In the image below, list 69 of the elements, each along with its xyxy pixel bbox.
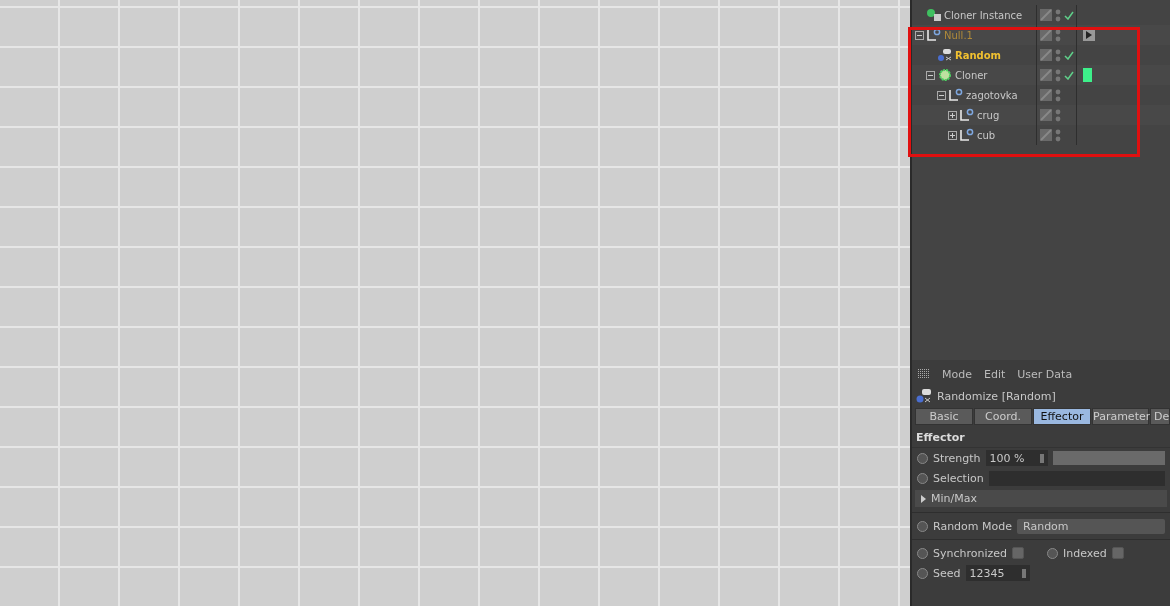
null-object-icon	[959, 108, 975, 122]
grip-icon	[918, 369, 930, 379]
object-name[interactable]: Cloner	[955, 69, 988, 81]
menu-item[interactable]: Edit	[984, 367, 1006, 381]
enabled-check-icon[interactable]	[1064, 10, 1074, 20]
animation-radio-icon[interactable]	[917, 452, 928, 464]
null-object-icon	[926, 28, 942, 42]
layer-toggle-icon[interactable]	[1040, 89, 1052, 101]
menu-item[interactable]: Mode	[942, 367, 972, 381]
field-label: Indexed	[1063, 546, 1107, 560]
object-name[interactable]: zagotovka	[966, 89, 1018, 101]
null-object-icon	[948, 88, 964, 102]
visibility-dots-icon[interactable]	[1055, 8, 1061, 22]
checkbox[interactable]	[1111, 547, 1124, 559]
dropdown[interactable]: Random	[1017, 518, 1165, 534]
tab[interactable]: Effector	[1033, 408, 1091, 425]
layer-toggle-icon[interactable]	[1040, 129, 1052, 141]
visibility-dots-icon[interactable]	[1055, 128, 1061, 142]
enabled-check-icon[interactable]	[1064, 70, 1074, 80]
animation-radio-icon[interactable]	[917, 567, 928, 579]
field-label: Selection	[933, 471, 984, 485]
tab[interactable]: De	[1150, 408, 1170, 425]
animation-radio-icon[interactable]	[917, 472, 928, 484]
field-label: Seed	[933, 566, 961, 580]
layer-toggle-icon[interactable]	[1040, 49, 1052, 61]
number-field[interactable]: 12345	[965, 565, 1030, 581]
layer-toggle-icon[interactable]	[1040, 69, 1052, 81]
expand-icon[interactable]	[948, 110, 957, 120]
object-name[interactable]: Cloner Instance	[944, 9, 1023, 21]
spinner-icon[interactable]	[1039, 453, 1044, 463]
layer-toggle-icon[interactable]	[1040, 9, 1052, 21]
collapse-icon[interactable]	[926, 70, 935, 80]
field-label: Strength	[933, 451, 981, 465]
instance-icon	[926, 8, 942, 22]
field-label: Synchronized	[933, 546, 1008, 560]
cloner-icon	[937, 68, 953, 82]
visibility-dots-icon[interactable]	[1055, 48, 1061, 62]
menu-item[interactable]: User Data	[1017, 367, 1073, 381]
object-name[interactable]: Null.1	[944, 29, 973, 41]
checkbox[interactable]	[1012, 547, 1025, 559]
expand-triangle-icon	[921, 494, 926, 503]
object-name[interactable]: Random	[955, 49, 1001, 61]
effector-icon	[937, 48, 953, 62]
object-name[interactable]: cub	[977, 129, 996, 141]
spinner-icon[interactable]	[1021, 568, 1026, 578]
group-label: Min/Max	[931, 492, 977, 505]
collapse-icon[interactable]	[937, 90, 946, 100]
animation-radio-icon[interactable]	[1047, 547, 1059, 559]
group-header[interactable]: Min/Max	[915, 490, 1167, 507]
expand-icon[interactable]	[948, 130, 957, 140]
object-name[interactable]: crug	[977, 109, 1000, 121]
number-field[interactable]: 100 %	[985, 450, 1048, 466]
tab[interactable]: Parameter	[1092, 408, 1149, 425]
animation-radio-icon[interactable]	[917, 520, 928, 532]
section-header: Effector	[912, 425, 1170, 448]
tab[interactable]: Coord.	[974, 408, 1032, 425]
object-title: Randomize [Random]	[937, 389, 1056, 403]
visibility-dots-icon[interactable]	[1055, 88, 1061, 102]
visibility-dots-icon[interactable]	[1055, 28, 1061, 42]
field-label: Random Mode	[933, 519, 1012, 533]
effector-icon	[916, 388, 932, 404]
layer-toggle-icon[interactable]	[1040, 109, 1052, 121]
animation-radio-icon[interactable]	[917, 547, 928, 559]
enabled-check-icon[interactable]	[1064, 50, 1074, 60]
visibility-dots-icon[interactable]	[1055, 108, 1061, 122]
visibility-dots-icon[interactable]	[1055, 68, 1061, 82]
tab[interactable]: Basic	[915, 408, 973, 425]
collapse-icon[interactable]	[915, 30, 924, 40]
null-object-icon	[959, 128, 975, 142]
